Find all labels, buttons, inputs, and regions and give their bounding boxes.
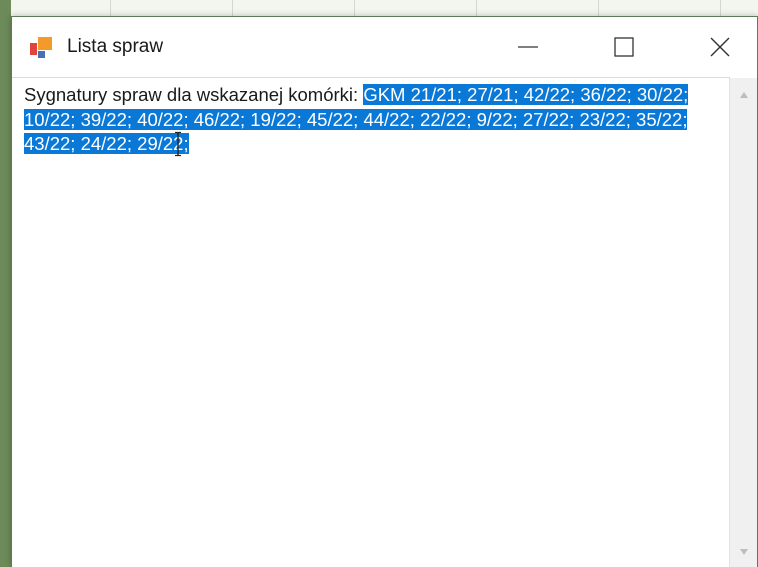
title-bar[interactable]: Lista spraw bbox=[12, 17, 757, 77]
content-label: Sygnatury spraw dla wskazanej komórki: bbox=[24, 84, 364, 105]
minimize-button[interactable] bbox=[498, 17, 558, 77]
text-cursor-icon bbox=[175, 131, 181, 157]
minimize-icon bbox=[518, 46, 538, 48]
maximize-button[interactable] bbox=[594, 17, 654, 77]
close-button[interactable] bbox=[690, 17, 750, 77]
scroll-down-button[interactable] bbox=[730, 541, 757, 563]
scroll-up-button[interactable] bbox=[730, 84, 757, 106]
dialog-window: Lista spraw Sygnatury spraw dla wskazane… bbox=[11, 16, 758, 567]
vertical-scrollbar[interactable] bbox=[729, 78, 757, 567]
scroll-down-icon bbox=[739, 549, 748, 555]
case-list-textbox[interactable]: Sygnatury spraw dla wskazanej komórki: G… bbox=[12, 77, 730, 567]
app-icon bbox=[30, 37, 52, 58]
close-icon bbox=[710, 37, 730, 57]
scroll-up-icon bbox=[739, 92, 748, 98]
window-title: Lista spraw bbox=[67, 36, 164, 57]
maximize-icon bbox=[614, 37, 634, 57]
background-app-edge bbox=[0, 0, 11, 567]
